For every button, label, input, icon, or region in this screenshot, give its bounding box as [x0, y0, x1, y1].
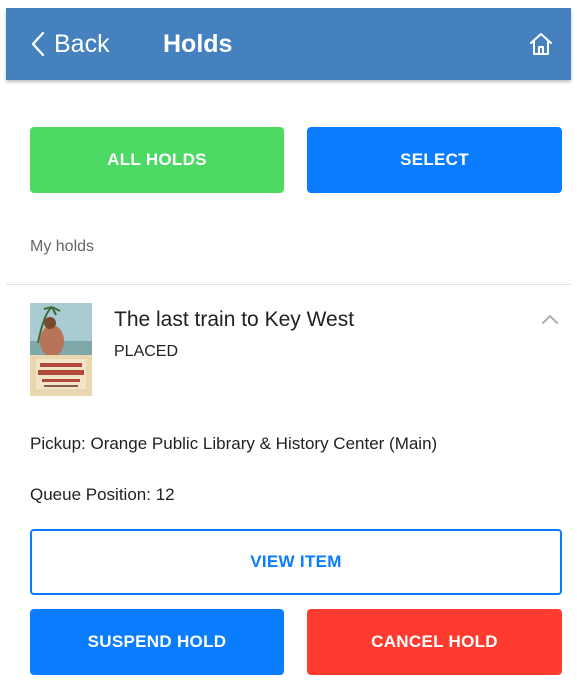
cancel-hold-button[interactable]: CANCEL HOLD [307, 609, 562, 675]
page-title: Holds [163, 30, 233, 58]
back-button[interactable]: Back [30, 8, 110, 80]
hold-status: PLACED [114, 343, 179, 360]
suspend-hold-button[interactable]: SUSPEND HOLD [30, 609, 284, 675]
all-holds-button[interactable]: ALL HOLDS [30, 127, 284, 193]
pickup-location: Pickup: Orange Public Library & History … [30, 434, 438, 453]
chevron-up-icon[interactable] [540, 312, 560, 326]
header-bar: Back Holds [6, 8, 571, 80]
view-item-button[interactable]: VIEW ITEM [30, 529, 562, 595]
home-icon[interactable] [527, 30, 555, 58]
queue-position: Queue Position: 12 [30, 485, 175, 504]
book-cover-image[interactable] [30, 303, 92, 396]
back-label: Back [54, 29, 110, 58]
book-title[interactable]: The last train to Key West [114, 308, 354, 332]
select-button[interactable]: SELECT [307, 127, 562, 193]
section-label: My holds [30, 238, 95, 255]
chevron-left-icon [30, 31, 46, 57]
divider [6, 284, 571, 285]
